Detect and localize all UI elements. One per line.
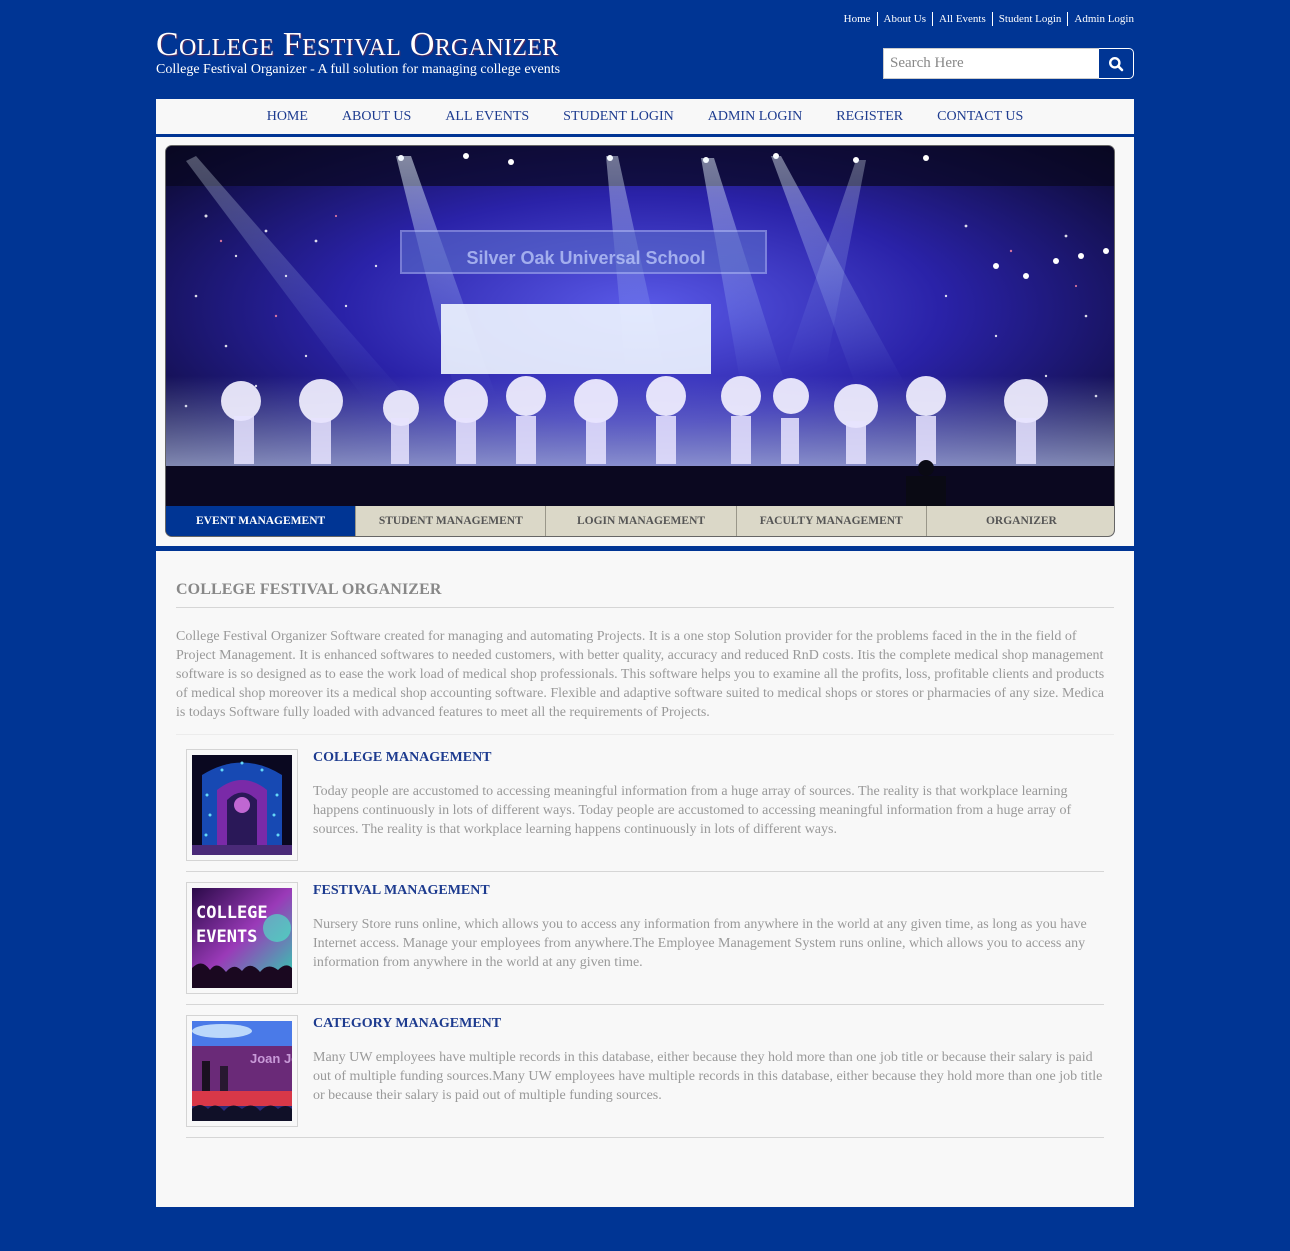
tab-event-management[interactable]: EVENT MANAGEMENT [166, 506, 356, 536]
content-section: COLLEGE FESTIVAL ORGANIZER College Festi… [156, 551, 1134, 1207]
nav-home[interactable]: HOME [250, 98, 325, 136]
site-logo[interactable]: College Festival Organizer College Festi… [156, 26, 560, 77]
feature-thumbnail: Joan Jett [186, 1015, 298, 1127]
nav-admin-login[interactable]: ADMIN LOGIN [691, 98, 820, 136]
feature-item-festival-management: COLLEGE EVENTS FESTIVAL MANAGEMENT Nurse… [186, 882, 1104, 1005]
search-form [883, 48, 1134, 79]
tab-faculty-management[interactable]: FACULTY MANAGEMENT [735, 506, 926, 536]
top-link-all-events[interactable]: All Events [932, 12, 992, 26]
tab-login-management[interactable]: LOGIN MANAGEMENT [545, 506, 736, 536]
nav-student-login[interactable]: STUDENT LOGIN [546, 98, 691, 136]
intro-text: College Festival Organizer Software crea… [176, 627, 1114, 735]
feature-description: Nursery Store runs online, which allows … [313, 917, 1087, 970]
site-tagline: College Festival Organizer - A full solu… [156, 62, 561, 77]
search-icon [1109, 56, 1124, 71]
feature-title[interactable]: CATEGORY MANAGEMENT [313, 1016, 1104, 1032]
feature-title[interactable]: FESTIVAL MANAGEMENT [313, 883, 1104, 899]
feature-item-college-management: COLLEGE MANAGEMENT Today people are accu… [186, 749, 1104, 872]
site-title: College Festival Organizer [156, 26, 559, 63]
nav-all-events[interactable]: ALL EVENTS [428, 98, 546, 136]
main-container: HOME ABOUT US ALL EVENTS STUDENT LOGIN A… [156, 99, 1134, 1207]
top-link-admin-login[interactable]: Admin Login [1067, 12, 1134, 26]
nav-register[interactable]: REGISTER [819, 98, 920, 136]
banner-section: Silver Oak Universal School EVENT MANAGE… [156, 137, 1134, 546]
top-links: Home About Us All Events Student Login A… [838, 12, 1134, 26]
concert-image: Joan Jett [192, 1021, 292, 1121]
feature-list: COLLEGE MANAGEMENT Today people are accu… [176, 735, 1114, 1138]
thumb-text-college: COLLEGE [196, 903, 268, 923]
college-lights-image [192, 755, 292, 855]
feature-title[interactable]: COLLEGE MANAGEMENT [313, 750, 1104, 766]
college-events-image: COLLEGE EVENTS [192, 888, 292, 988]
banner-image: Silver Oak Universal School [166, 146, 1114, 508]
search-input[interactable] [883, 48, 1099, 79]
nav-about-us[interactable]: ABOUT US [325, 98, 428, 136]
thumb-text-band: Joan Jett [250, 1051, 292, 1066]
feature-item-category-management: Joan Jett CATEGORY MANAGEMENT Many UW em… [186, 1015, 1104, 1138]
top-link-student-login[interactable]: Student Login [991, 12, 1068, 26]
top-link-home[interactable]: Home [838, 12, 877, 26]
top-link-about-us[interactable]: About Us [876, 12, 932, 26]
search-button[interactable] [1099, 48, 1134, 79]
section-title: COLLEGE FESTIVAL ORGANIZER [176, 581, 1114, 608]
feature-description: Many UW employees have multiple records … [313, 1050, 1103, 1103]
feature-description: Today people are accustomed to accessing… [313, 784, 1072, 837]
feature-thumbnail: COLLEGE EVENTS [186, 882, 298, 994]
tab-student-management[interactable]: STUDENT MANAGEMENT [355, 506, 546, 536]
tab-organizer[interactable]: ORGANIZER [925, 506, 1114, 536]
main-nav: HOME ABOUT US ALL EVENTS STUDENT LOGIN A… [156, 99, 1134, 137]
banner-tabs: EVENT MANAGEMENT STUDENT MANAGEMENT LOGI… [166, 506, 1114, 536]
thumb-text-events: EVENTS [196, 927, 257, 947]
nav-contact-us[interactable]: CONTACT US [920, 98, 1040, 136]
feature-thumbnail [186, 749, 298, 861]
banner-sign-text: Silver Oak Universal School [466, 248, 705, 268]
banner-slider: Silver Oak Universal School EVENT MANAGE… [165, 145, 1115, 537]
